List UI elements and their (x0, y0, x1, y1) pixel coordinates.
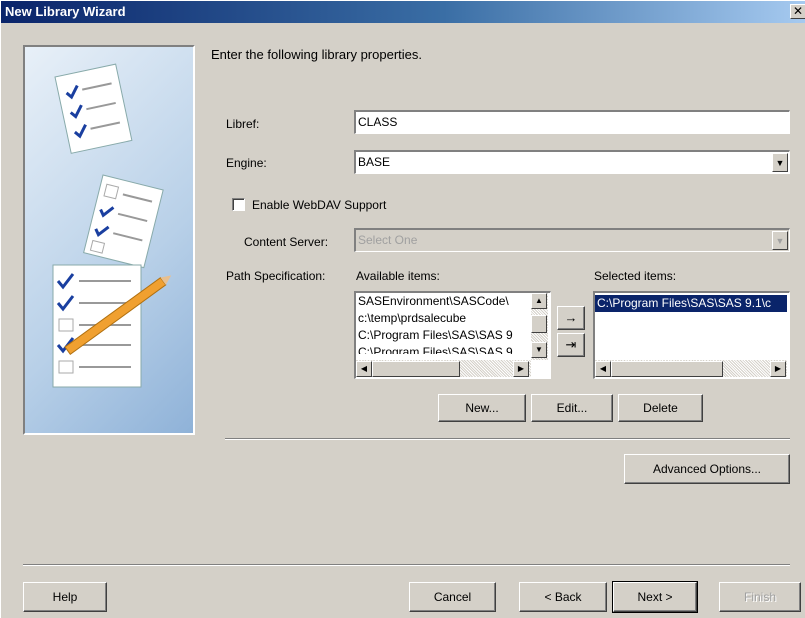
wizard-illustration (23, 45, 195, 435)
selected-items-label: Selected items: (594, 269, 677, 283)
finish-button: Finish (719, 582, 801, 612)
instruction-text: Enter the following library properties. (211, 47, 422, 62)
path-specification-label: Path Specification: (226, 269, 326, 283)
scroll-up-icon[interactable]: ▲ (531, 293, 547, 309)
content-server-select: Select One ▼ (354, 228, 790, 252)
list-item[interactable]: c:\temp\prdsalecube (356, 310, 530, 327)
chevron-down-icon[interactable]: ▼ (772, 153, 788, 172)
advanced-options-button[interactable]: Advanced Options... (624, 454, 790, 484)
new-library-wizard-window: New Library Wizard ✕ Enter the following… (0, 0, 805, 618)
add-all-items-button[interactable]: ⇥ (557, 333, 585, 357)
chevron-down-icon: ▼ (772, 231, 788, 250)
close-icon[interactable]: ✕ (790, 4, 805, 19)
checklist-illustration-icon (52, 63, 172, 388)
webdav-checkbox[interactable] (232, 198, 245, 211)
separator (225, 438, 790, 440)
footer-separator (23, 564, 790, 566)
available-items-list[interactable]: SASEnvironment\SASCode\ c:\temp\prdsalec… (354, 291, 551, 379)
available-items-label: Available items: (356, 269, 440, 283)
engine-label: Engine: (226, 156, 267, 170)
list-item[interactable]: C:\Program Files\SAS\SAS 9 (356, 344, 530, 354)
delete-path-button[interactable]: Delete (618, 394, 703, 422)
scroll-down-icon[interactable]: ▼ (531, 342, 547, 358)
selected-items-list[interactable]: C:\Program Files\SAS\SAS 9.1\c ◀ ▶ (593, 291, 790, 379)
scroll-left-icon[interactable]: ◀ (595, 361, 611, 377)
back-button[interactable]: < Back (519, 582, 607, 612)
webdav-label: Enable WebDAV Support (252, 198, 387, 212)
list-item[interactable]: SASEnvironment\SASCode\ (356, 293, 530, 310)
scroll-right-icon[interactable]: ▶ (513, 361, 529, 377)
list-item[interactable]: C:\Program Files\SAS\SAS 9.1\c (595, 295, 787, 312)
add-item-button[interactable]: → (557, 306, 585, 330)
libref-input[interactable]: CLASS (354, 110, 790, 134)
libref-label: Libref: (226, 117, 260, 131)
list-item[interactable]: C:\Program Files\SAS\SAS 9 (356, 327, 530, 344)
cancel-button[interactable]: Cancel (409, 582, 496, 612)
scrollbar-thumb[interactable] (372, 361, 460, 377)
scrollbar-thumb[interactable] (531, 315, 547, 333)
window-title: New Library Wizard (5, 4, 126, 19)
title-bar[interactable]: New Library Wizard ✕ (1, 1, 805, 23)
new-path-button[interactable]: New... (438, 394, 526, 422)
scroll-right-icon[interactable]: ▶ (770, 361, 786, 377)
scrollbar-thumb[interactable] (611, 361, 723, 377)
content-server-label: Content Server: (244, 235, 329, 249)
next-button[interactable]: Next > (612, 581, 698, 613)
engine-value: BASE (358, 155, 391, 169)
content-server-value: Select One (358, 233, 418, 247)
edit-path-button[interactable]: Edit... (531, 394, 613, 422)
engine-select[interactable]: BASE ▼ (354, 150, 790, 174)
scroll-left-icon[interactable]: ◀ (356, 361, 372, 377)
help-button[interactable]: Help (23, 582, 107, 612)
